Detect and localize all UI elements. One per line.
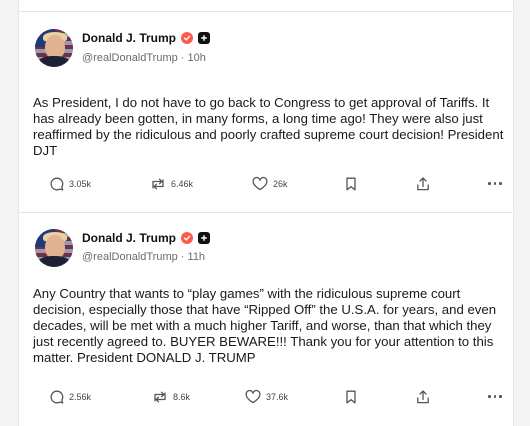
heart-icon — [252, 176, 268, 191]
reply-button[interactable]: 2.56k — [49, 389, 91, 405]
verified-check-icon — [181, 32, 194, 44]
handle-and-time[interactable]: @realDonaldTrump · 11h — [82, 251, 205, 263]
like-count: 37.6k — [266, 392, 289, 402]
share-button[interactable] — [415, 389, 431, 405]
share-button[interactable] — [415, 176, 431, 192]
reply-count: 2.56k — [69, 392, 92, 402]
chat-bubble-icon — [50, 390, 64, 404]
bookmark-icon — [346, 390, 356, 404]
author-name[interactable]: Donald J. Trump — [82, 231, 176, 245]
author-row: Donald J. Trump — [82, 31, 211, 45]
avatar[interactable] — [35, 229, 73, 267]
bookmark-button[interactable] — [344, 389, 358, 405]
bookmark-button[interactable] — [344, 176, 358, 192]
post-actions: 2.56k 8.6k 37.6k — [33, 389, 502, 409]
retruth-count: 8.6k — [173, 392, 191, 402]
avatar[interactable] — [35, 29, 73, 67]
retruth-button[interactable]: 6.46k — [149, 176, 193, 192]
more-options-button[interactable] — [488, 395, 502, 398]
reply-count: 3.05k — [69, 179, 92, 189]
share-upload-icon — [417, 177, 429, 191]
post-text: Any Country that wants to “play games” w… — [33, 286, 497, 365]
like-button[interactable]: 37.6k — [244, 389, 288, 405]
post-actions: 3.05k 6.46k 26k — [33, 176, 502, 196]
like-button[interactable]: 26k — [251, 176, 288, 192]
post-text: As President, I do not have to go back t… — [33, 95, 504, 158]
verified-check-icon — [181, 232, 194, 244]
author-row: Donald J. Trump — [82, 231, 211, 245]
repost-arrows-icon — [154, 391, 166, 403]
retruth-count: 6.46k — [171, 179, 194, 189]
bookmark-icon — [346, 177, 356, 191]
share-upload-icon — [417, 390, 429, 404]
repost-arrows-icon — [152, 178, 164, 190]
plus-badge-icon — [198, 232, 211, 244]
retruth-button[interactable]: 8.6k — [151, 389, 190, 405]
ellipsis-icon — [488, 182, 491, 185]
handle-and-time[interactable]: @realDonaldTrump · 10h — [82, 52, 206, 64]
more-options-button[interactable] — [488, 182, 502, 185]
like-count: 26k — [273, 179, 288, 189]
heart-icon — [245, 389, 261, 404]
plus-badge-icon — [198, 32, 211, 44]
post-card[interactable]: Donald J. Trump @realDonaldTrump · 11h A… — [19, 213, 513, 426]
post-card[interactable]: Donald J. Trump @realDonaldTrump · 10h A… — [19, 12, 513, 212]
feed-column: Donald J. Trump @realDonaldTrump · 10h A… — [18, 0, 514, 426]
author-name[interactable]: Donald J. Trump — [82, 31, 176, 45]
ellipsis-icon — [488, 395, 491, 398]
reply-button[interactable]: 3.05k — [49, 176, 91, 192]
chat-bubble-icon — [50, 177, 64, 191]
